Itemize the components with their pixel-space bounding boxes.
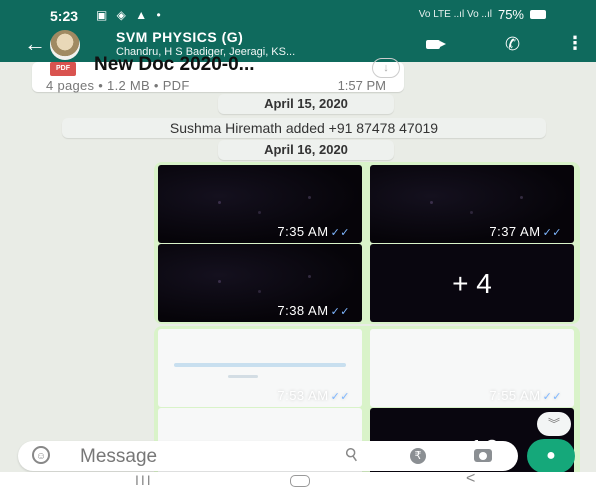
image-content xyxy=(174,363,346,367)
battery-icon xyxy=(530,10,546,19)
message-composer: ☺ Message ⚲ ₹ xyxy=(18,441,518,471)
download-icon[interactable]: ↓ xyxy=(372,58,400,78)
chat-screen: 5:23 ▣ ◈ ▲ • Vo LTE ..ıl Vo ..ıl 75% ← S… xyxy=(0,0,596,488)
document-time: 1:57 PM xyxy=(337,78,386,93)
document-name: New Doc 2020-0... xyxy=(94,54,255,75)
notification-icons: ▣ ◈ ▲ • xyxy=(96,8,164,22)
message-time: 7:38 AM ✓✓ xyxy=(277,303,350,318)
read-receipt-icon: ✓✓ xyxy=(330,227,350,239)
image-content xyxy=(228,375,258,378)
status-time: 5:23 xyxy=(50,8,79,24)
more-images-tile[interactable]: + 4 xyxy=(370,244,574,322)
pdf-icon: PDF xyxy=(50,62,76,76)
more-options-icon[interactable]: ⋮ xyxy=(566,33,584,54)
payment-icon[interactable]: ₹ xyxy=(410,448,426,464)
message-time: 7:37 AM ✓✓ xyxy=(489,224,562,239)
emoji-icon[interactable]: ☺ xyxy=(32,446,50,464)
document-meta: 4 pages • 1.2 MB • PDF xyxy=(46,78,190,93)
media-group-message: 7:35 AM ✓✓ 7:37 AM ✓✓ 7:38 AM ✓✓ + 4 xyxy=(154,162,580,324)
read-receipt-icon: ✓✓ xyxy=(330,306,350,318)
home-icon[interactable] xyxy=(290,475,310,487)
mic-button[interactable]: ● xyxy=(527,439,575,473)
battery-percent: 75% xyxy=(497,7,524,22)
image-thumbnail[interactable]: 7:55 AM ✓✓ xyxy=(370,329,574,407)
message-time: 7:55 AM ✓✓ xyxy=(489,388,562,403)
camera-icon[interactable] xyxy=(474,449,492,462)
message-time: 7:53 AM ✓✓ xyxy=(277,388,350,403)
attachment-icon[interactable]: ⚲ xyxy=(341,443,363,467)
status-right: Vo LTE ..ıl Vo ..ıl 75% xyxy=(419,7,546,22)
read-receipt-icon: ✓✓ xyxy=(330,391,350,403)
system-nav-bar: III < xyxy=(0,470,596,488)
image-thumbnail[interactable]: 7:37 AM ✓✓ xyxy=(370,165,574,243)
voice-call-icon[interactable]: ✆ xyxy=(505,34,520,55)
recent-apps-icon[interactable]: III xyxy=(135,472,153,488)
read-receipt-icon: ✓✓ xyxy=(542,227,562,239)
system-message: Sushma Hiremath added +91 87478 47019 xyxy=(62,118,546,138)
document-message[interactable]: PDF New Doc 2020-0... ↓ 4 pages • 1.2 MB… xyxy=(32,54,404,93)
image-thumbnail[interactable]: 7:53 AM ✓✓ xyxy=(158,329,362,407)
image-thumbnail[interactable]: 7:38 AM ✓✓ xyxy=(158,244,362,322)
chat-header: ← SVM PHYSICS (G) Chandru, H S Badiger, … xyxy=(0,28,596,62)
image-thumbnail[interactable]: 7:35 AM ✓✓ xyxy=(158,165,362,243)
message-time: 7:35 AM ✓✓ xyxy=(277,224,350,239)
video-call-icon[interactable] xyxy=(426,40,446,49)
nav-back-icon[interactable]: < xyxy=(466,470,475,488)
more-count: + 4 xyxy=(452,268,492,299)
group-avatar[interactable] xyxy=(50,30,80,60)
message-input[interactable]: Message xyxy=(80,446,157,468)
read-receipt-icon: ✓✓ xyxy=(542,391,562,403)
status-bar: 5:23 ▣ ◈ ▲ • Vo LTE ..ıl Vo ..ıl 75% xyxy=(0,0,596,28)
date-chip: April 16, 2020 xyxy=(218,140,394,160)
signal-icon: Vo LTE ..ıl Vo ..ıl xyxy=(418,9,492,20)
date-chip: April 15, 2020 xyxy=(218,94,394,114)
chat-title[interactable]: SVM PHYSICS (G) xyxy=(116,29,243,45)
back-arrow-icon[interactable]: ← xyxy=(24,32,46,56)
scroll-down-button[interactable]: ︾ xyxy=(537,412,571,436)
